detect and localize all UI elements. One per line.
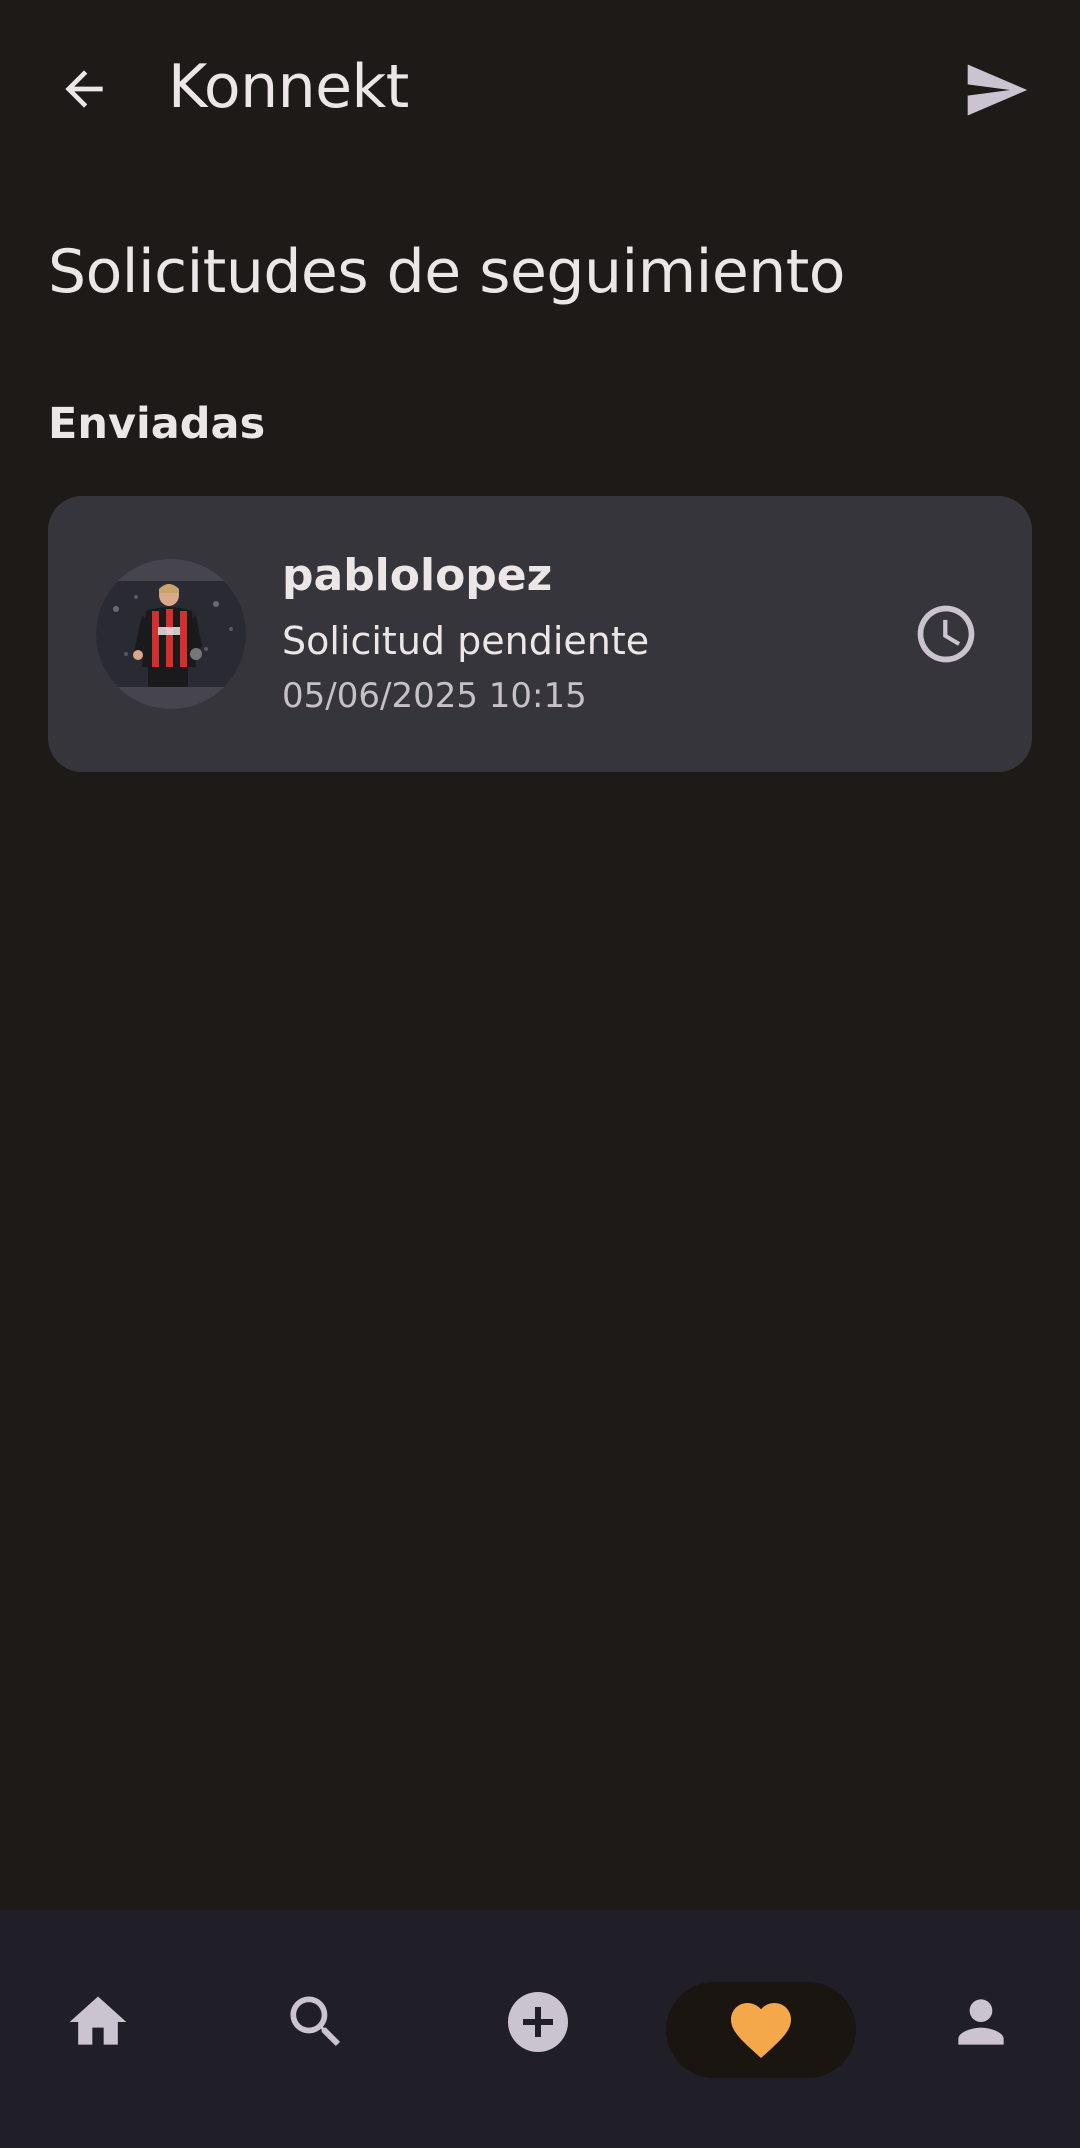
request-status: Solicitud pendiente	[282, 619, 650, 663]
nav-search-button[interactable]	[276, 1982, 356, 2062]
search-icon	[290, 1996, 341, 2047]
page-title: Solicitudes de seguimiento	[48, 237, 846, 307]
nav-create-button[interactable]	[498, 1982, 578, 2062]
avatar-photo	[96, 559, 246, 709]
person-icon	[958, 1999, 1004, 2045]
top-app-bar: Konnekt	[0, 0, 1080, 176]
request-username: pablolopez	[282, 550, 553, 601]
section-title-sent: Enviadas	[48, 399, 266, 449]
avatar[interactable]	[96, 559, 246, 709]
home-icon	[69, 1996, 127, 2045]
request-timestamp: 05/06/2025 10:15	[282, 676, 587, 716]
send-icon	[967, 64, 1028, 116]
arrow-back-icon	[65, 70, 103, 108]
nav-profile-button[interactable]	[941, 1982, 1021, 2062]
nav-home-button[interactable]	[58, 1982, 138, 2062]
follow-request-card[interactable]: pablolopez Solicitud pendiente 05/06/202…	[48, 496, 1032, 772]
back-button[interactable]	[48, 53, 120, 125]
nav-activity-button[interactable]	[666, 1982, 856, 2078]
add-circle-icon	[508, 1992, 568, 2052]
heart-icon	[731, 2003, 791, 2059]
send-button[interactable]	[954, 50, 1038, 130]
bottom-navigation-bar	[0, 1910, 1080, 2148]
app-title: Konnekt	[168, 52, 409, 122]
clock-icon	[917, 605, 975, 663]
